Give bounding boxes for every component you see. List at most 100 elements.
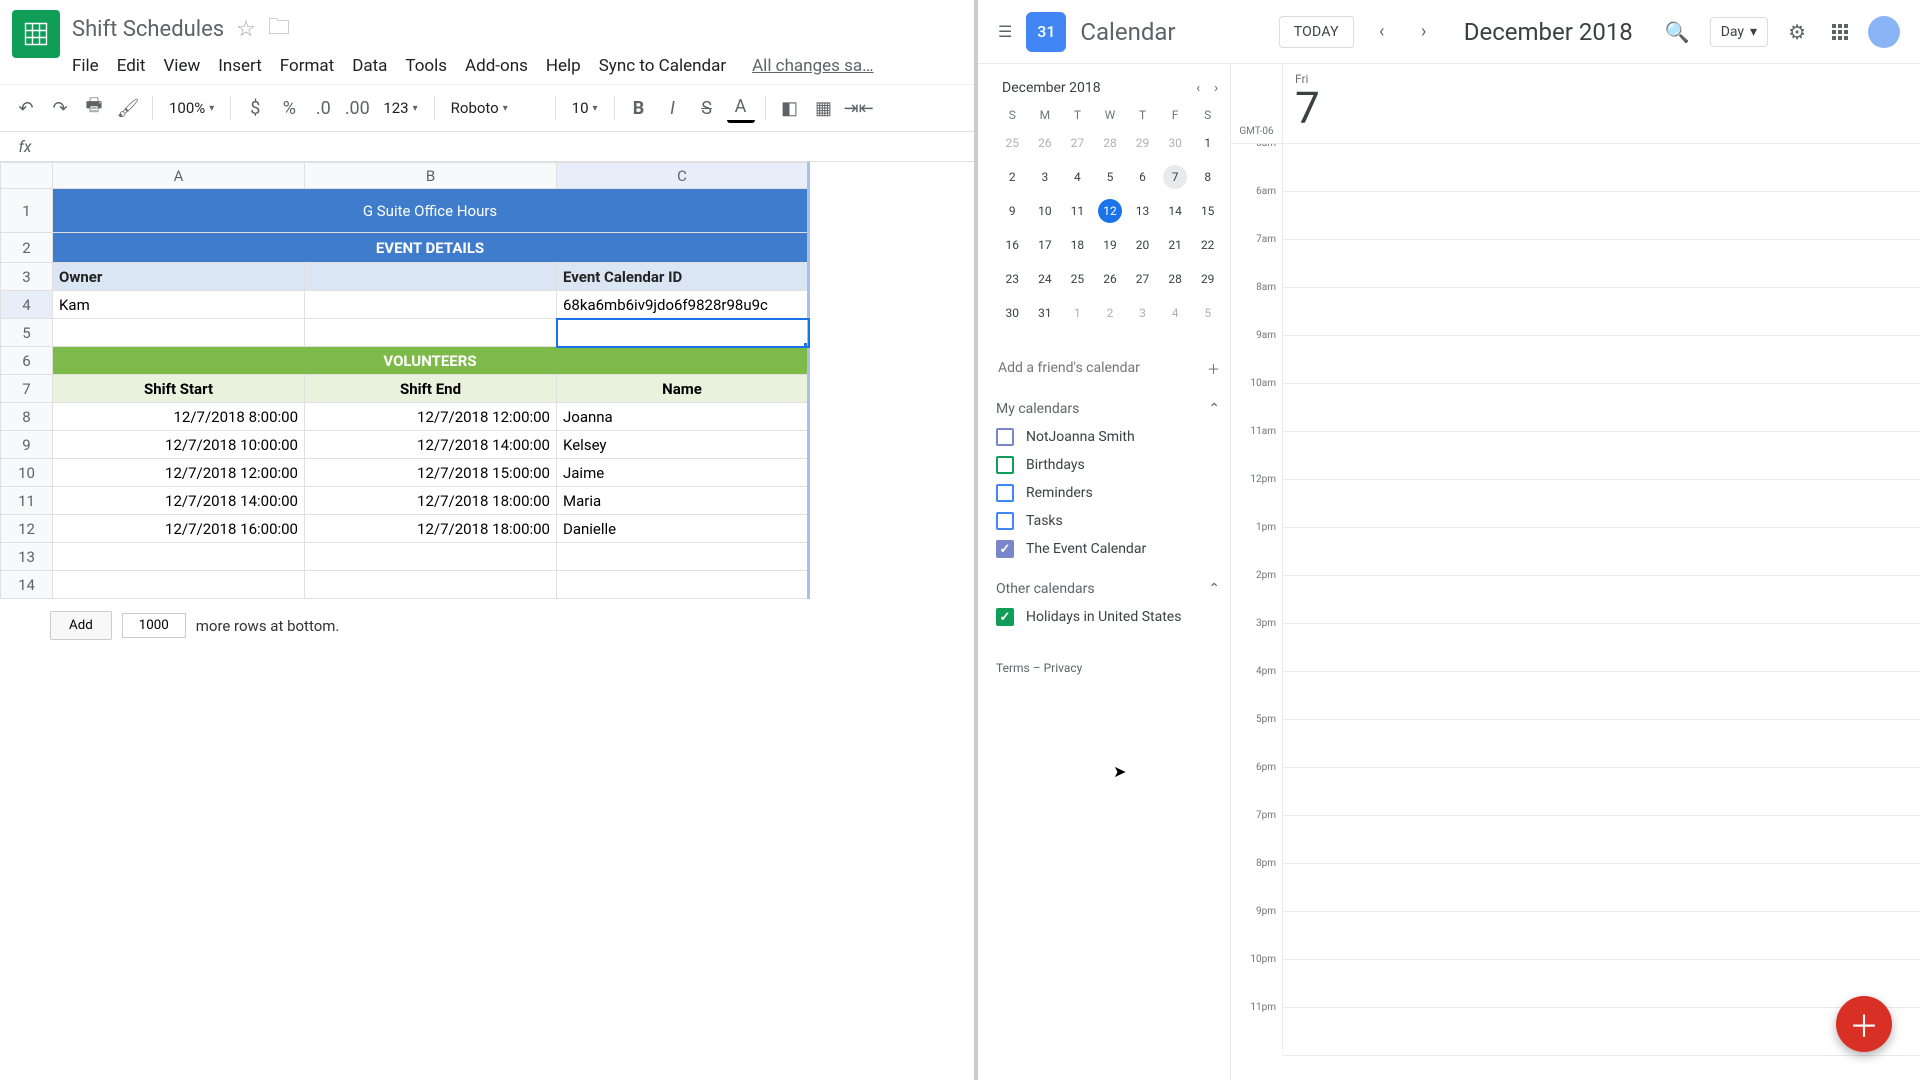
mini-day[interactable]: 29 — [1191, 262, 1224, 296]
mini-day[interactable]: 11 — [1061, 194, 1094, 228]
cell[interactable]: 12/7/2018 12:00:00 — [53, 459, 305, 487]
cell[interactable]: 12/7/2018 18:00:00 — [305, 487, 557, 515]
select-all-corner[interactable] — [1, 163, 53, 189]
mini-day[interactable]: 7 — [1159, 160, 1192, 194]
mini-day[interactable]: 24 — [1029, 262, 1062, 296]
next-period-icon[interactable]: › — [1410, 21, 1438, 42]
row-head[interactable]: 2 — [1, 233, 53, 263]
mini-day[interactable]: 3 — [1029, 160, 1062, 194]
hour-cell[interactable] — [1283, 144, 1920, 192]
mini-day[interactable]: 1 — [1061, 296, 1094, 330]
doc-title[interactable]: Shift Schedules — [72, 17, 224, 42]
cell[interactable]: 12/7/2018 12:00:00 — [305, 403, 557, 431]
cell[interactable]: 12/7/2018 14:00:00 — [53, 487, 305, 515]
calendar-checkbox[interactable] — [996, 456, 1014, 474]
mini-day[interactable]: 4 — [1061, 160, 1094, 194]
calendar-item[interactable]: Tasks — [996, 507, 1224, 535]
folder-icon[interactable]: 🗀 — [268, 10, 290, 48]
mini-day[interactable]: 30 — [996, 296, 1029, 330]
font-size-select[interactable]: 10▾ — [566, 99, 604, 117]
cell[interactable] — [305, 291, 557, 319]
calendar-checkbox[interactable] — [996, 540, 1014, 558]
formula-input[interactable] — [50, 132, 974, 161]
view-select[interactable]: Day▾ — [1710, 17, 1768, 47]
calendar-checkbox[interactable] — [996, 608, 1014, 626]
add-rows-count[interactable] — [122, 613, 186, 638]
calendar-logo[interactable]: 31 — [1026, 12, 1066, 52]
calendar-item[interactable]: Reminders — [996, 479, 1224, 507]
menu-data[interactable]: Data — [352, 56, 387, 76]
hour-cell[interactable] — [1283, 480, 1920, 528]
mini-day[interactable]: 12 — [1094, 194, 1127, 228]
bold-icon[interactable]: B — [625, 93, 653, 123]
mini-day[interactable]: 4 — [1159, 296, 1192, 330]
add-rows-button[interactable]: Add — [50, 611, 112, 640]
hour-cell[interactable] — [1283, 576, 1920, 624]
settings-icon[interactable]: ⚙ — [1782, 14, 1812, 50]
cell[interactable]: Jaime — [557, 459, 809, 487]
mini-day[interactable]: 16 — [996, 228, 1029, 262]
hour-cell[interactable] — [1283, 384, 1920, 432]
borders-icon[interactable]: ▦ — [810, 93, 838, 123]
hour-cell[interactable] — [1283, 336, 1920, 384]
calendar-item[interactable]: NotJoanna Smith — [996, 423, 1224, 451]
add-friend-icon[interactable]: ＋ — [1203, 355, 1224, 382]
paint-format-icon[interactable]: 🖌 — [114, 93, 142, 123]
mini-day[interactable]: 26 — [1094, 262, 1127, 296]
search-icon[interactable]: 🔍 — [1659, 14, 1696, 50]
day-grid[interactable]: 5am6am7am8am9am10am11am12pm1pm2pm3pm4pm5… — [1231, 144, 1920, 1080]
fill-handle[interactable] — [804, 343, 809, 347]
cell[interactable]: Maria — [557, 487, 809, 515]
menu-addons[interactable]: Add-ons — [465, 56, 528, 76]
mini-day[interactable]: 22 — [1191, 228, 1224, 262]
percent-icon[interactable]: % — [275, 93, 303, 123]
italic-icon[interactable]: I — [659, 93, 687, 123]
row-head[interactable]: 4 — [1, 291, 53, 319]
mini-day[interactable]: 20 — [1126, 228, 1159, 262]
text-color-icon[interactable]: A — [727, 93, 755, 123]
mini-day[interactable]: 6 — [1126, 160, 1159, 194]
cell[interactable]: Owner — [53, 263, 305, 291]
cell[interactable]: Name — [557, 375, 809, 403]
col-head-c[interactable]: C — [557, 163, 809, 189]
menu-tools[interactable]: Tools — [405, 56, 447, 76]
mini-day[interactable]: 21 — [1159, 228, 1192, 262]
row-head[interactable]: 5 — [1, 319, 53, 347]
mini-day[interactable]: 31 — [1029, 296, 1062, 330]
mini-day[interactable]: 30 — [1159, 126, 1192, 160]
cell[interactable]: 12/7/2018 16:00:00 — [53, 515, 305, 543]
cell[interactable]: 12/7/2018 14:00:00 — [305, 431, 557, 459]
mini-day[interactable]: 29 — [1126, 126, 1159, 160]
mini-day[interactable]: 2 — [996, 160, 1029, 194]
hour-cell[interactable] — [1283, 720, 1920, 768]
row-head[interactable]: 10 — [1, 459, 53, 487]
save-status[interactable]: All changes sa… — [752, 56, 873, 76]
hour-cell[interactable] — [1283, 768, 1920, 816]
col-head-b[interactable]: B — [305, 163, 557, 189]
font-select[interactable]: Roboto▾ — [445, 99, 545, 117]
menu-file[interactable]: File — [72, 56, 99, 76]
cell[interactable]: Danielle — [557, 515, 809, 543]
numfmt-select[interactable]: 123▾ — [377, 99, 423, 117]
mini-day[interactable]: 5 — [1094, 160, 1127, 194]
cell[interactable]: Kelsey — [557, 431, 809, 459]
cell[interactable] — [305, 319, 557, 347]
cell-subtitle[interactable]: EVENT DETAILS — [53, 233, 809, 263]
row-head[interactable]: 14 — [1, 571, 53, 599]
col-head-a[interactable]: A — [53, 163, 305, 189]
menu-format[interactable]: Format — [280, 56, 334, 76]
mini-day[interactable]: 15 — [1191, 194, 1224, 228]
cell[interactable]: Shift End — [305, 375, 557, 403]
hamburger-icon[interactable]: ☰ — [998, 22, 1012, 41]
menu-insert[interactable]: Insert — [218, 56, 262, 76]
prev-period-icon[interactable]: ‹ — [1368, 21, 1396, 42]
mini-day[interactable]: 2 — [1094, 296, 1127, 330]
cell[interactable] — [305, 263, 557, 291]
row-head[interactable]: 6 — [1, 347, 53, 375]
hour-cell[interactable] — [1283, 960, 1920, 1008]
print-icon[interactable]: 🖶 — [80, 93, 108, 123]
mini-day[interactable]: 14 — [1159, 194, 1192, 228]
cell-title[interactable]: G Suite Office Hours — [53, 189, 809, 233]
redo-icon[interactable]: ↷ — [46, 93, 74, 123]
cell[interactable]: 68ka6mb6iv9jdo6f9828r98u9c — [557, 291, 809, 319]
